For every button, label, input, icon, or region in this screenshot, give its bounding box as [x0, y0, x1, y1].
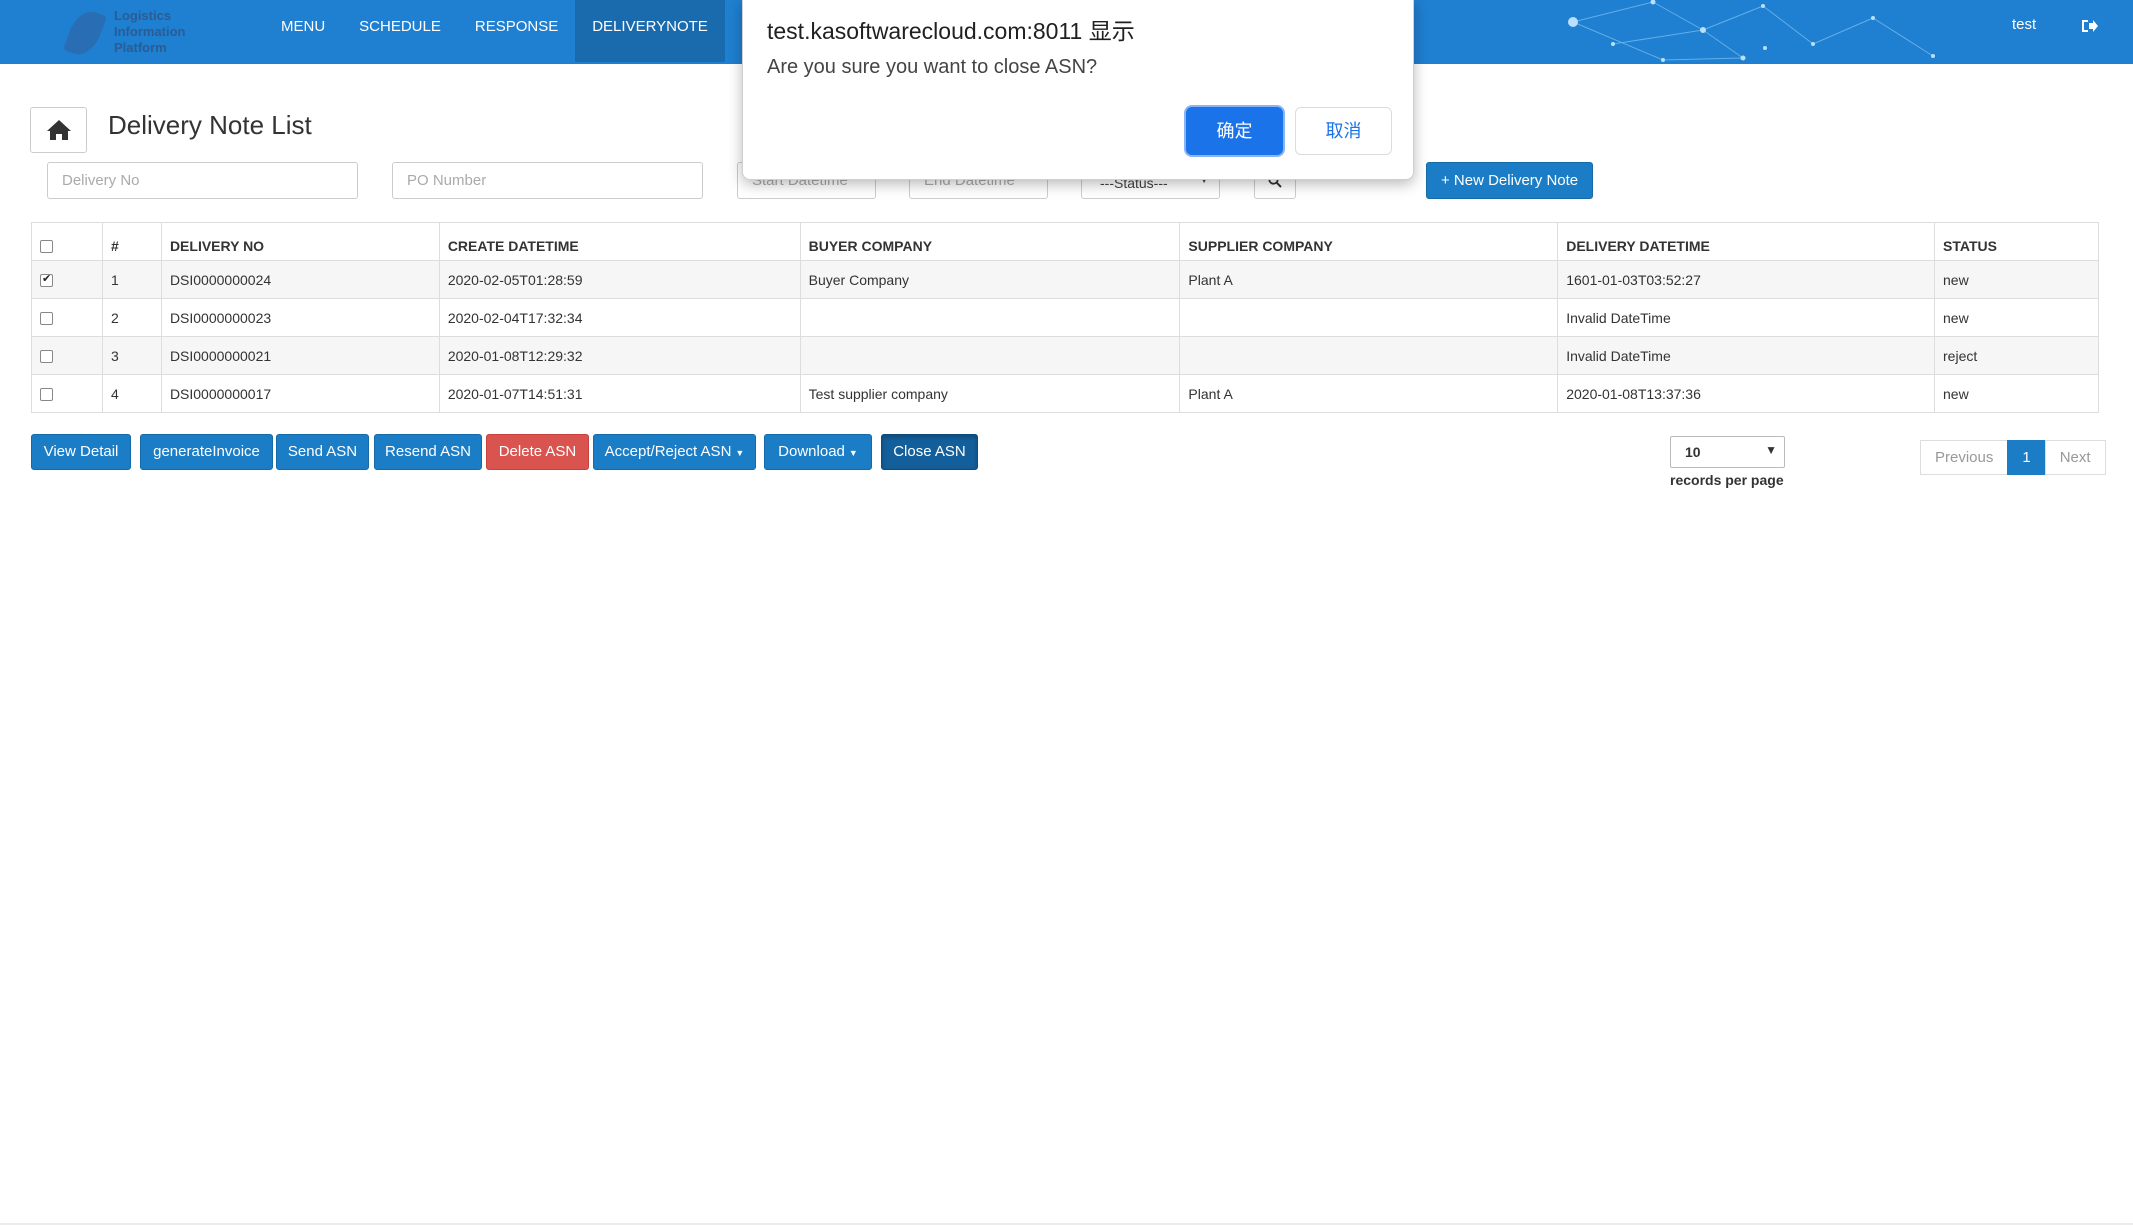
- row-checkbox-cell[interactable]: [31, 260, 103, 299]
- sign-out-icon[interactable]: [2080, 17, 2098, 35]
- row-number: 4: [101, 374, 162, 413]
- caret-down-icon: ▼: [735, 448, 745, 458]
- row-checkbox[interactable]: [40, 388, 53, 402]
- delivery-datetime-cell: 1601-01-03T03:52:27: [1557, 260, 1936, 299]
- row-checkbox[interactable]: [40, 272, 53, 288]
- row-checkbox-cell[interactable]: [31, 336, 103, 375]
- dialog-ok-button[interactable]: 确定: [1186, 107, 1283, 155]
- next-page-button[interactable]: Next: [2044, 440, 2106, 475]
- row-number: 3: [101, 336, 162, 375]
- nav-menu: MENU SCHEDULE RESPONSE DELIVERYNOTE INVO: [264, 0, 796, 62]
- delivery-datetime-cell: Invalid DateTime: [1557, 298, 1936, 337]
- download-button[interactable]: Download ▼: [764, 434, 872, 470]
- leaf-logo-icon: [63, 6, 107, 60]
- brand-line-3: Platform: [114, 40, 167, 55]
- status-cell: reject: [1934, 336, 2099, 375]
- dialog-cancel-button[interactable]: 取消: [1295, 107, 1392, 155]
- po-number-input[interactable]: [392, 162, 703, 199]
- supplier-company-cell: Plant A: [1179, 374, 1559, 413]
- download-label: Download: [778, 443, 845, 460]
- home-icon: [46, 120, 71, 140]
- status-cell: new: [1934, 374, 2099, 413]
- accept-reject-asn-label: Accept/Reject ASN: [604, 443, 732, 460]
- nav-item-response[interactable]: RESPONSE: [458, 0, 575, 62]
- buyer-company-cell: [799, 336, 1181, 375]
- supplier-company-cell: [1179, 298, 1559, 337]
- create-datetime-cell: 2020-01-07T14:51:31: [438, 374, 801, 413]
- send-asn-button[interactable]: Send ASN: [276, 434, 369, 470]
- create-datetime-cell: 2020-02-04T17:32:34: [438, 298, 801, 337]
- nav-item-deliverynote[interactable]: DELIVERYNOTE: [575, 0, 725, 62]
- delete-asn-button[interactable]: Delete ASN: [486, 434, 589, 470]
- delivery-no-cell: DSI0000000017: [160, 374, 440, 413]
- page-title: Delivery Note List: [108, 110, 312, 140]
- table-row[interactable]: 4 DSI0000000017 2020-01-07T14:51:31 Test…: [31, 374, 2099, 413]
- row-checkbox[interactable]: [40, 312, 53, 326]
- delivery-no-cell: DSI0000000023: [160, 298, 440, 337]
- caret-down-icon: ▼: [1765, 443, 1777, 457]
- confirm-dialog: test.kasoftwarecloud.com:8011 显示 Are you…: [742, 0, 1414, 180]
- col-header-number[interactable]: #: [101, 222, 162, 261]
- home-button[interactable]: [30, 107, 87, 153]
- row-number: 2: [101, 298, 162, 337]
- supplier-company-cell: [1179, 336, 1559, 375]
- row-checkbox-cell[interactable]: [31, 374, 103, 413]
- col-header-delivery-datetime[interactable]: DELIVERY DATETIME: [1557, 222, 1936, 261]
- nav-item-schedule[interactable]: SCHEDULE: [342, 0, 458, 62]
- new-delivery-note-button[interactable]: + New Delivery Note: [1426, 162, 1594, 199]
- delivery-datetime-cell: 2020-01-08T13:37:36: [1557, 374, 1936, 413]
- accept-reject-asn-button[interactable]: Accept/Reject ASN ▼: [593, 434, 756, 470]
- user-name[interactable]: test: [2012, 16, 2036, 33]
- delivery-note-table: # DELIVERY NO CREATE DATETIME BUYER COMP…: [31, 222, 2099, 413]
- table-row[interactable]: 2 DSI0000000023 2020-02-04T17:32:34 Inva…: [31, 298, 2099, 337]
- table-header-row: # DELIVERY NO CREATE DATETIME BUYER COMP…: [31, 222, 2099, 261]
- dialog-title: test.kasoftwarecloud.com:8011 显示: [767, 18, 1135, 44]
- buyer-company-cell: Test supplier company: [799, 374, 1181, 413]
- select-all-checkbox[interactable]: [40, 240, 53, 254]
- records-per-page-select[interactable]: 10 ▼: [1670, 436, 1785, 468]
- buyer-company-cell: Buyer Company: [799, 260, 1181, 299]
- row-number: 1: [101, 260, 162, 299]
- col-header-status[interactable]: STATUS: [1934, 222, 2099, 261]
- delivery-no-cell: DSI0000000024: [160, 260, 440, 299]
- table-row[interactable]: 1 DSI0000000024 2020-02-05T01:28:59 Buye…: [31, 260, 2099, 299]
- generate-invoice-button[interactable]: generateInvoice: [140, 434, 273, 470]
- previous-page-button[interactable]: Previous: [1920, 440, 2009, 475]
- page-button-1[interactable]: 1: [2007, 440, 2046, 475]
- close-asn-button[interactable]: Close ASN: [881, 434, 978, 470]
- status-cell: new: [1934, 260, 2099, 299]
- resend-asn-button[interactable]: Resend ASN: [374, 434, 482, 470]
- brand-line-2: Information: [114, 24, 186, 39]
- col-header-delivery-no[interactable]: DELIVERY NO: [160, 222, 440, 261]
- create-datetime-cell: 2020-02-05T01:28:59: [438, 260, 801, 299]
- row-checkbox[interactable]: [40, 350, 53, 364]
- buyer-company-cell: [799, 298, 1181, 337]
- pagination: Previous 1 Next: [1920, 440, 2106, 475]
- col-header-buyer-company[interactable]: BUYER COMPANY: [799, 222, 1181, 261]
- network-decoration: [1568, 0, 1935, 62]
- status-cell: new: [1934, 298, 2099, 337]
- dialog-message: Are you sure you want to close ASN?: [767, 56, 1098, 78]
- supplier-company-cell: Plant A: [1179, 260, 1559, 299]
- row-checkbox-cell[interactable]: [31, 298, 103, 337]
- caret-down-icon: ▼: [848, 448, 858, 458]
- select-all-cell[interactable]: [31, 222, 103, 261]
- table-row[interactable]: 3 DSI0000000021 2020-01-08T12:29:32 Inva…: [31, 336, 2099, 375]
- delivery-no-input[interactable]: [47, 162, 358, 199]
- brand-line-1: Logistics: [114, 8, 172, 23]
- col-header-create-datetime[interactable]: CREATE DATETIME: [438, 222, 801, 261]
- brand-text: Logistics Information Platform: [114, 8, 186, 56]
- nav-item-menu[interactable]: MENU: [264, 0, 342, 62]
- brand-logo[interactable]: Logistics Information Platform: [63, 4, 208, 60]
- delivery-datetime-cell: Invalid DateTime: [1557, 336, 1936, 375]
- records-per-page-value: 10: [1685, 444, 1701, 460]
- delivery-no-cell: DSI0000000021: [160, 336, 440, 375]
- records-per-page-label: records per page: [1670, 472, 1784, 488]
- create-datetime-cell: 2020-01-08T12:29:32: [438, 336, 801, 375]
- col-header-supplier-company[interactable]: SUPPLIER COMPANY: [1179, 222, 1559, 261]
- view-detail-button[interactable]: View Detail: [31, 434, 131, 470]
